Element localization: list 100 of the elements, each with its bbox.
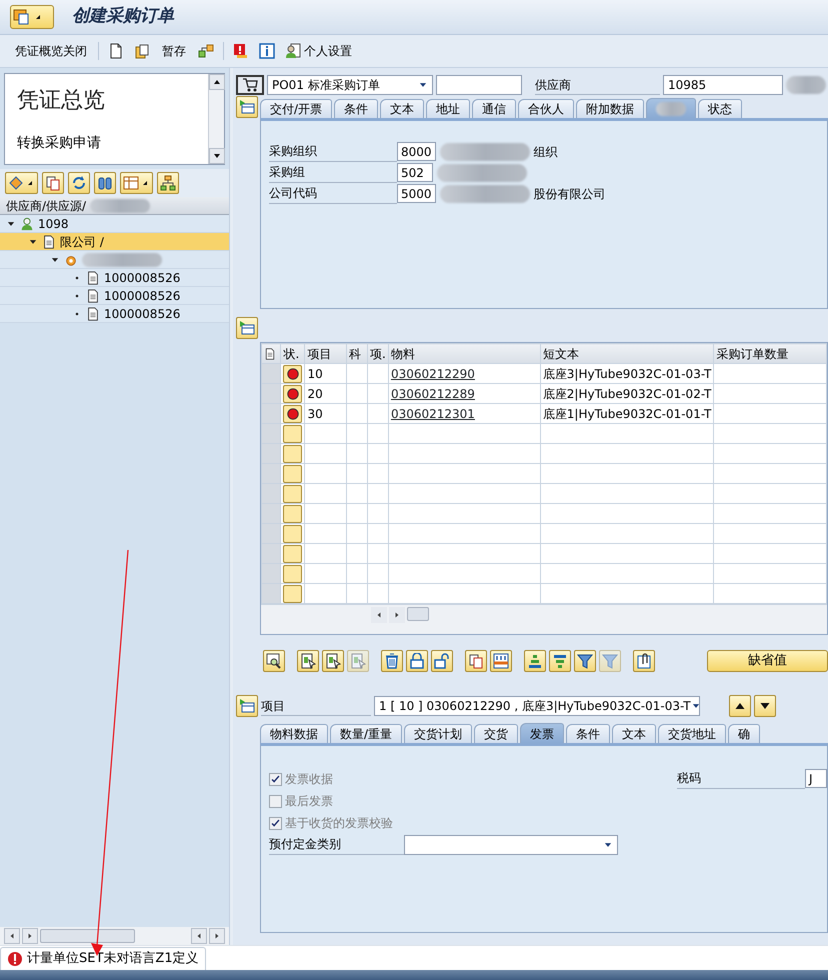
scroll-right-button[interactable] <box>389 607 405 623</box>
tab[interactable]: 确 <box>728 724 760 743</box>
panel-toggle-button[interactable] <box>236 96 258 118</box>
sort-descending-icon <box>552 653 568 669</box>
status-button[interactable] <box>283 364 302 382</box>
document-icon <box>86 306 100 320</box>
toolbar-button[interactable] <box>524 650 546 672</box>
toolbar-button[interactable] <box>490 650 512 672</box>
tax-code-field[interactable]: J <box>805 769 827 788</box>
tab[interactable]: 通信 <box>472 99 516 118</box>
info-button[interactable] <box>258 42 276 60</box>
find-button[interactable] <box>94 172 116 194</box>
toolbar-button[interactable]: 凭证概览关闭 <box>12 40 90 62</box>
tab[interactable]: 交货计划 <box>404 724 472 743</box>
toolbar-button[interactable] <box>381 650 403 672</box>
scroll-thumb[interactable] <box>407 607 429 621</box>
text-input-field[interactable] <box>436 75 522 95</box>
toolbar-button[interactable] <box>406 650 428 672</box>
tab[interactable]: 交货地址 <box>658 724 726 743</box>
tab[interactable]: 交货 <box>474 724 518 743</box>
toolbar-button[interactable] <box>574 650 596 672</box>
field-description: 股份有限公司 <box>534 186 606 202</box>
tree-node[interactable]: 1000008526 <box>0 287 229 305</box>
status-button[interactable] <box>283 404 302 422</box>
scroll-left-button[interactable] <box>371 607 387 623</box>
toolbar-button[interactable] <box>322 650 344 672</box>
panel-toggle-button[interactable] <box>236 695 258 717</box>
redaction-blur <box>90 198 150 212</box>
toolbar-button[interactable] <box>297 650 319 672</box>
cart-button[interactable] <box>236 75 264 95</box>
scroll-right-button[interactable] <box>209 928 225 944</box>
refresh-icon <box>71 175 87 191</box>
prepayment-dropdown[interactable] <box>404 834 618 854</box>
hierarchy-icon <box>160 175 176 191</box>
trash-icon <box>384 653 400 669</box>
tab[interactable]: 文本 <box>612 724 656 743</box>
panel-toggle-button[interactable] <box>236 317 258 339</box>
tree-node[interactable]: 1098 <box>0 215 229 233</box>
tab[interactable]: 数量/重量 <box>330 724 402 743</box>
tab[interactable]: 条件 <box>566 724 610 743</box>
tab[interactable]: 发票 <box>520 723 564 743</box>
page-icon <box>108 43 124 59</box>
tab[interactable]: 附加数据 <box>576 99 644 118</box>
tab[interactable]: 交付/开票 <box>260 99 332 118</box>
item-dropdown[interactable]: 1 [ 10 ] 03060212290 , 底座3|HyTube9032C-01-03-T <box>374 696 700 716</box>
personal-settings-button[interactable]: 个人设置 <box>284 41 353 61</box>
toolbar-button[interactable] <box>465 650 487 672</box>
document-icon <box>86 288 100 302</box>
overview-link[interactable]: 转换采购申请 <box>17 133 196 154</box>
scroll-up-button[interactable] <box>209 74 225 90</box>
tree-node[interactable] <box>0 251 229 269</box>
window-title: 创建采购订单 <box>72 5 174 28</box>
text-field[interactable]: 5000 <box>397 184 436 203</box>
default-values-button[interactable]: 缺省值 <box>707 650 828 672</box>
layout-button[interactable] <box>120 172 153 194</box>
scroll-left-button[interactable] <box>191 928 207 944</box>
horizontal-scrollbar[interactable] <box>261 604 827 634</box>
move-button[interactable] <box>5 172 38 194</box>
text-field[interactable]: 502 <box>397 163 433 182</box>
toolbar-button[interactable] <box>431 650 453 672</box>
previous-item-button[interactable] <box>729 695 751 717</box>
toolbar-button[interactable] <box>633 650 655 672</box>
tree-node[interactable]: 限公司 / <box>0 233 229 251</box>
tab[interactable]: 条件 <box>334 99 378 118</box>
clipboard-button[interactable] <box>133 42 151 60</box>
scroll-down-button[interactable] <box>209 148 225 164</box>
scroll-left-button[interactable] <box>4 928 20 944</box>
refresh-button[interactable] <box>68 172 90 194</box>
toolbar-button[interactable] <box>263 650 285 672</box>
tab[interactable]: 合伙人 <box>518 99 574 118</box>
column-header: 项目 <box>304 344 346 364</box>
next-item-button[interactable] <box>754 695 776 717</box>
tree-node[interactable]: 1000008526 <box>0 269 229 287</box>
select-all-button[interactable] <box>262 344 281 364</box>
tab[interactable]: 状态 <box>698 99 742 118</box>
document-arrow-icon <box>325 653 341 669</box>
person-icon <box>20 216 34 230</box>
copy-button[interactable] <box>42 172 64 194</box>
table-cell: 底座2|HyTube9032C-01-02-T <box>540 384 714 404</box>
tab[interactable]: 地址 <box>426 99 470 118</box>
vendor-field[interactable]: 10985 <box>663 75 783 95</box>
tab[interactable]: 物料数据 <box>260 724 328 743</box>
document-type-dropdown[interactable]: PO01 标准采购订单 <box>267 75 433 95</box>
toolbar-button[interactable] <box>549 650 571 672</box>
alert-button[interactable] <box>232 42 250 60</box>
tree-node[interactable]: 1000008526 <box>0 305 229 323</box>
table-cell: 底座1|HyTube9032C-01-01-T <box>540 404 714 424</box>
system-menu-button[interactable] <box>10 5 54 29</box>
tab[interactable]: 文本 <box>380 99 424 118</box>
scroll-thumb[interactable] <box>40 929 135 943</box>
toolbar-button[interactable]: 暂存 <box>159 40 189 62</box>
left-arrow-icon <box>195 932 203 940</box>
status-button[interactable] <box>283 384 302 402</box>
boxes-button[interactable] <box>197 42 215 60</box>
text-field[interactable]: 8000 <box>397 142 436 161</box>
dropdown-caret-icon <box>35 13 43 21</box>
tree-button[interactable] <box>157 172 179 194</box>
scroll-right-button[interactable] <box>22 928 38 944</box>
checkbox-label: 最后发票 <box>285 793 333 810</box>
unlock-icon <box>434 653 450 669</box>
